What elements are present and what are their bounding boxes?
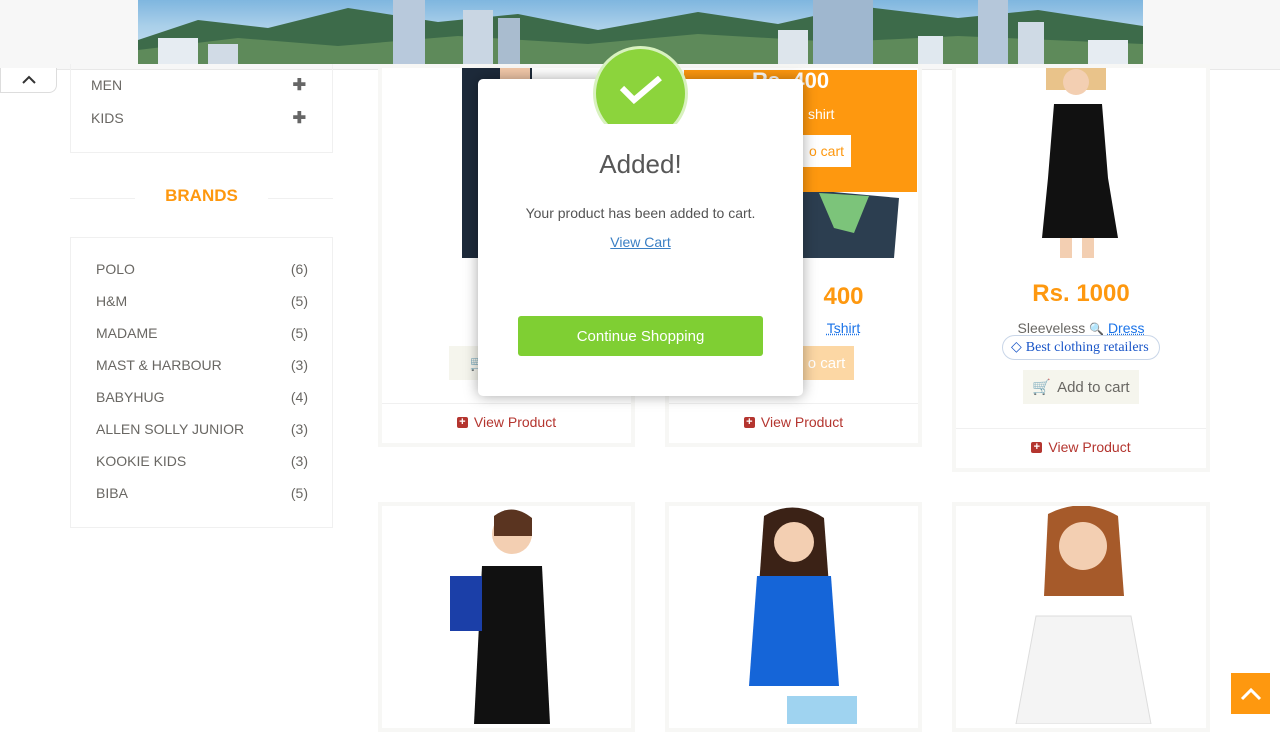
add-to-cart-label: Add to cart <box>1057 379 1130 396</box>
brand-name[interactable]: H&M <box>96 293 127 309</box>
chevron-up-icon <box>21 75 37 85</box>
cart-icon: 🛒 <box>1032 378 1051 396</box>
brand-name[interactable]: POLO <box>96 261 135 277</box>
brand-count: (5) <box>291 485 308 501</box>
product-name-link[interactable]: Tshirt <box>827 320 860 336</box>
brand-name[interactable]: BABYHUG <box>96 389 164 405</box>
overlay-add-to-cart-button[interactable]: o cart <box>802 135 851 167</box>
scroll-to-top-button[interactable] <box>1231 673 1270 714</box>
product-name: Sleeveless 🔍 Dress <box>956 320 1206 336</box>
product-card: Rs. 1000 Sleeveless 🔍 Dress ◇ Best cloth… <box>952 64 1210 472</box>
modal-title: Added! <box>478 149 803 180</box>
brand-item[interactable]: POLO (6) <box>96 261 308 277</box>
brand-item[interactable]: KOOKIE KIDS (3) <box>96 453 308 469</box>
brands-heading: BRANDS <box>70 186 333 206</box>
product-card <box>378 502 635 732</box>
view-product-label: View Product <box>1048 439 1130 455</box>
plus-icon[interactable]: ✚ <box>293 108 306 128</box>
category-label: KIDS <box>91 110 124 126</box>
view-product-link[interactable]: + View Product <box>669 403 918 430</box>
product-card <box>952 502 1210 732</box>
view-product-label: View Product <box>474 414 556 430</box>
category-kids[interactable]: KIDS ✚ <box>91 108 306 128</box>
product-image[interactable] <box>382 506 631 724</box>
plus-square-icon: + <box>457 417 468 428</box>
view-product-link[interactable]: + View Product <box>956 428 1206 455</box>
brand-item[interactable]: MADAME (5) <box>96 325 308 341</box>
view-product-link[interactable]: + View Product <box>382 403 631 430</box>
brand-count: (3) <box>291 421 308 437</box>
chevron-up-icon <box>1240 687 1262 701</box>
add-to-cart-button[interactable]: o cart <box>799 346 854 380</box>
brand-item[interactable]: BABYHUG (4) <box>96 389 308 405</box>
brand-item[interactable]: BIBA (5) <box>96 485 308 501</box>
tag-label: Best clothing retailers <box>1026 340 1149 356</box>
brand-name[interactable]: BIBA <box>96 485 128 501</box>
category-men[interactable]: MEN ✚ <box>91 75 306 95</box>
tag-icon: ◇ <box>1011 339 1022 356</box>
brand-name[interactable]: MADAME <box>96 325 157 341</box>
continue-shopping-button[interactable]: Continue Shopping <box>518 316 763 356</box>
brands-panel: POLO (6) H&M (5) MADAME (5) MAST & HARBOUR (… <box>70 237 333 528</box>
collapse-toggle-button[interactable] <box>0 68 57 93</box>
added-to-cart-modal: Added! Your product has been added to ca… <box>478 79 803 396</box>
product-image[interactable] <box>956 68 1206 258</box>
plus-square-icon: + <box>744 417 755 428</box>
product-image[interactable] <box>669 506 918 724</box>
plus-icon[interactable]: ✚ <box>293 75 306 95</box>
product-name-link[interactable]: Dress <box>1108 320 1145 336</box>
category-label: MEN <box>91 77 122 93</box>
brand-item[interactable]: ALLEN SOLLY JUNIOR (3) <box>96 421 308 437</box>
brand-count: (4) <box>291 389 308 405</box>
product-price: Rs. 1000 <box>956 280 1206 308</box>
success-check-icon <box>593 46 688 124</box>
brand-item[interactable]: MAST & HARBOUR (3) <box>96 357 308 373</box>
product-name-prefix: Sleeveless <box>1018 320 1086 336</box>
view-product-label: View Product <box>761 414 843 430</box>
brand-count: (3) <box>291 357 308 373</box>
brand-item[interactable]: H&M (5) <box>96 293 308 309</box>
overlay-name: shirt <box>808 106 834 122</box>
brand-name[interactable]: KOOKIE KIDS <box>96 453 186 469</box>
retailer-tag[interactable]: ◇ Best clothing retailers <box>1002 335 1160 360</box>
brand-name[interactable]: MAST & HARBOUR <box>96 357 222 373</box>
modal-message: Your product has been added to cart. <box>478 205 803 221</box>
plus-square-icon: + <box>1031 442 1042 453</box>
brand-count: (5) <box>291 325 308 341</box>
brand-name[interactable]: ALLEN SOLLY JUNIOR <box>96 421 244 437</box>
brand-count: (3) <box>291 453 308 469</box>
product-card <box>665 502 922 732</box>
add-to-cart-button[interactable]: 🛒 Add to cart <box>1023 370 1139 404</box>
view-cart-link[interactable]: View Cart <box>478 234 803 250</box>
product-image[interactable] <box>956 506 1206 724</box>
brand-count: (6) <box>291 261 308 277</box>
search-icon: 🔍 <box>1089 322 1104 336</box>
brand-count: (5) <box>291 293 308 309</box>
category-panel: MEN ✚ KIDS ✚ <box>70 64 333 153</box>
